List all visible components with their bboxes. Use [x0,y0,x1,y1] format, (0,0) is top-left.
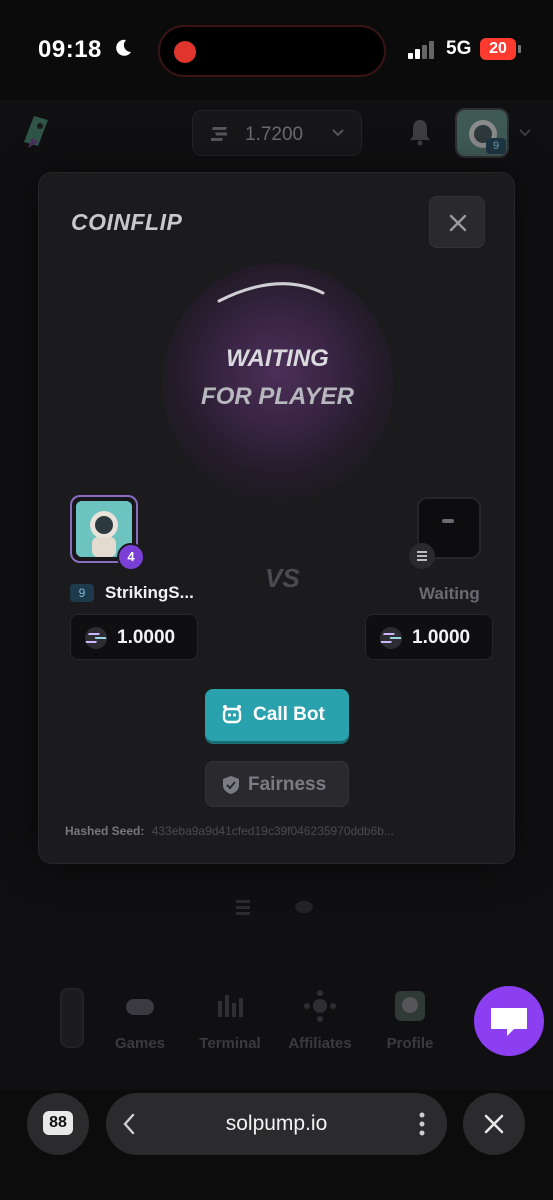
fairness-button[interactable]: Fairness [205,761,349,807]
nav-terminal-label: Terminal [199,1035,261,1052]
nav-affiliates[interactable]: Affiliates [275,985,365,1052]
player1-level-chip: 9 [70,584,94,602]
nav-terminal[interactable]: Terminal [185,985,275,1052]
vs-icon: VS [265,563,300,593]
close-browser-button[interactable] [463,1093,525,1155]
call-bot-button[interactable]: Call Bot [205,689,349,741]
nav-profile-label: Profile [386,1035,434,1052]
app-header: 1.7200 9 [0,100,553,170]
avatar-icon [395,991,425,1021]
modal-title: COINFLIP [71,209,183,235]
bottom-nav: Games Terminal Affiliates Profile [60,985,480,1060]
moon-icon [116,39,131,56]
player1-name: StrikingS... [105,583,194,602]
player2-status: Waiting [419,584,480,603]
side-thumbnail [60,988,84,1048]
gamepad-icon [126,999,154,1015]
waiting-text-line2: FOR PLAYER [201,383,354,410]
chat-bubble-icon [491,1008,527,1036]
seed-label: Hashed Seed: [65,824,145,838]
sol-coin-icon [85,627,107,649]
player2-bet-value: 1.0000 [412,627,471,648]
more-vertical-icon[interactable] [418,1111,426,1137]
sol-icon [211,127,227,141]
coinflip-modal: COINFLIP WAITING FOR PLAYER 4 9 Striking… [38,172,515,864]
browser-toolbar: 88 solpump.io [0,1090,553,1200]
player2-bet: 1.0000 [365,614,493,660]
hashed-seed-row: Hashed Seed: 433eba9a9d41cfed19c39f04623… [65,824,495,838]
call-bot-label: Call Bot [253,704,325,725]
player1-bet: 1.0000 [70,614,198,660]
tabs-button[interactable]: 88 [27,1093,89,1155]
url-text: solpump.io [225,1112,328,1135]
sol-coin-icon [380,627,402,649]
chat-button[interactable] [474,986,544,1056]
close-icon [449,214,467,232]
close-icon [484,1114,504,1134]
dynamic-island [158,25,386,77]
modal-close-button[interactable] [429,196,485,248]
chevron-down-icon[interactable] [518,128,532,138]
nav-affiliates-label: Affiliates [288,1035,352,1052]
nav-games[interactable]: Games [95,985,185,1052]
waiting-text-line1: WAITING [226,345,329,372]
fairness-label: Fairness [248,774,327,795]
tabs-count: 88 [43,1111,73,1135]
network-type: 5G [446,38,472,59]
player1-bet-value: 1.0000 [117,627,176,648]
chart-icon [218,995,243,1017]
address-bar[interactable]: solpump.io [106,1093,447,1155]
phone-screen: 09:18 5G 20 1.7200 9 Games Terminal Affi… [0,0,553,1200]
battery-cap [518,45,521,53]
chevron-down-icon [332,129,344,137]
svg-text:VS: VS [265,563,300,593]
battery-level: 20 [480,38,516,60]
bell-icon[interactable] [408,118,432,146]
user-level-badge: 9 [486,138,506,154]
player2-sol-badge [409,543,435,569]
status-bar: 09:18 5G 20 [0,0,553,100]
player1-rank-badge: 4 [117,543,145,571]
nav-profile[interactable]: Profile [365,985,455,1052]
dim-toolbar-icons [236,900,313,915]
spinner-arc-icon [217,282,325,303]
balance-dropdown[interactable]: 1.7200 [192,110,362,156]
recording-indicator-icon [174,41,196,63]
status-time: 09:18 [38,36,102,63]
robot-icon [222,705,242,724]
balance-value: 1.7200 [245,124,304,145]
seed-value[interactable]: 433eba9a9d41cfed19c39f046235970ddb6b... [152,824,394,838]
coin-animation-area [163,253,393,503]
nav-games-label: Games [114,1035,166,1052]
shield-icon [223,776,239,794]
network-icon [304,990,336,1022]
solpump-logo-icon[interactable] [18,112,52,152]
sol-icon [417,551,427,561]
signal-icon [408,41,434,59]
